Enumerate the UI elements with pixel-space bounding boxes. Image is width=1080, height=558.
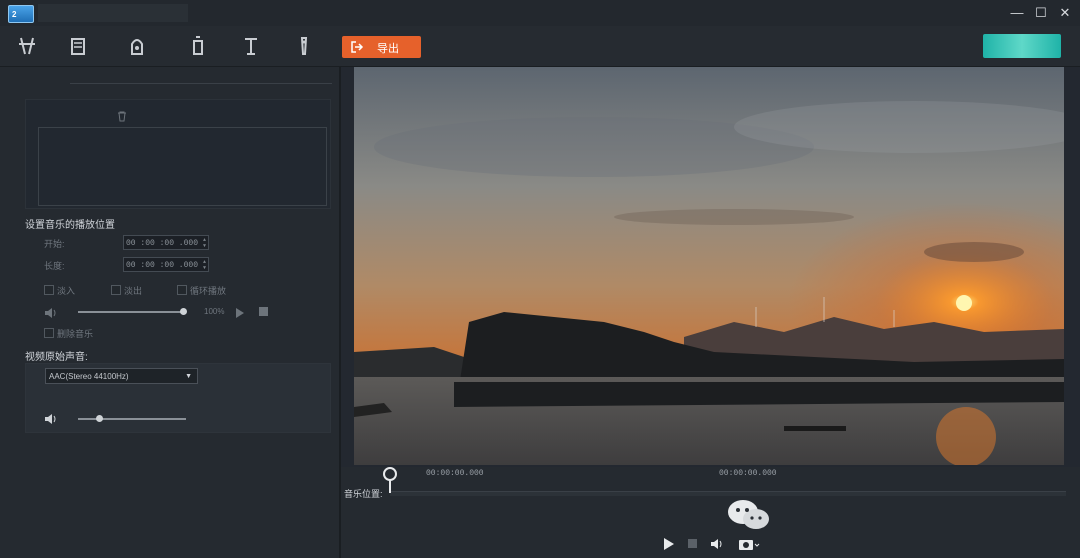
music-play-icon[interactable]: [235, 306, 245, 318]
timeline-end-time: 00:00:00.000: [719, 469, 777, 478]
music-stop-icon[interactable]: [259, 307, 268, 316]
original-audio-title: 视频原始声音:: [25, 352, 88, 363]
minimize-button[interactable]: —: [1006, 3, 1028, 23]
crop-tool-icon[interactable]: [64, 32, 92, 60]
separator-line: [70, 83, 332, 84]
loop-label: 循环播放: [190, 286, 227, 296]
volume-icon[interactable]: [710, 537, 724, 549]
audio-codec-select[interactable]: AAC(Stereo 44100Hz) ▼: [45, 368, 198, 384]
video-preview[interactable]: [354, 67, 1064, 465]
effect-tool-icon[interactable]: [184, 32, 212, 60]
play-icon[interactable]: [663, 537, 677, 550]
maximize-button[interactable]: ☐: [1030, 3, 1052, 23]
length-time-field[interactable]: 00 :00 :00 .000 ▲ ▼: [123, 257, 209, 272]
length-time-value: 00 :00 :00 .000: [126, 261, 199, 270]
start-time-field[interactable]: 00 :00 :00 .000 ▲ ▼: [123, 235, 209, 250]
watermark-tool-icon[interactable]: [290, 32, 318, 60]
fade-out-checkbox[interactable]: [111, 285, 121, 295]
window-title-area: [38, 4, 188, 22]
length-label: 长度:: [44, 261, 65, 271]
export-label: 导出: [377, 43, 399, 55]
spinner-icon[interactable]: ▲ ▼: [203, 237, 206, 249]
music-position-label: 音乐位置:: [344, 489, 383, 499]
spinner-icon[interactable]: ▲ ▼: [203, 259, 206, 271]
playhead-handle[interactable]: [382, 466, 398, 494]
fade-in-checkbox[interactable]: [44, 285, 54, 295]
original-volume-slider[interactable]: [78, 418, 186, 420]
filter-tool-icon[interactable]: [237, 32, 265, 60]
music-volume-icon[interactable]: [44, 306, 58, 318]
start-label: 开始:: [44, 239, 65, 249]
text-tool-icon[interactable]: [123, 32, 151, 60]
fade-out-label: 淡出: [124, 286, 143, 296]
stop-icon[interactable]: [688, 539, 697, 548]
original-volume-icon[interactable]: [44, 412, 58, 424]
dropdown-arrow-icon: ▼: [185, 373, 192, 380]
toolbar: [0, 26, 1080, 67]
loop-checkbox[interactable]: [177, 285, 187, 295]
fade-in-label: 淡入: [57, 286, 76, 296]
music-position-title: 设置音乐的播放位置: [25, 220, 115, 231]
watermark-chat-icon: [726, 498, 772, 532]
music-position-track[interactable]: [390, 491, 1066, 496]
export-button[interactable]: 导出: [342, 36, 421, 58]
vip-badge[interactable]: [983, 34, 1061, 58]
music-volume-knob[interactable]: [180, 308, 187, 315]
camera-icon[interactable]: [739, 537, 761, 550]
export-icon: [351, 41, 364, 53]
trim-tool-icon[interactable]: [13, 32, 41, 60]
trash-icon[interactable]: [116, 109, 128, 122]
remove-music-checkbox[interactable]: [44, 328, 54, 338]
start-time-value: 00 :00 :00 .000: [126, 239, 199, 248]
remove-music-label: 删除音乐: [57, 329, 94, 339]
close-button[interactable]: ✕: [1054, 3, 1076, 23]
music-volume-slider[interactable]: [78, 311, 184, 313]
music-list[interactable]: [38, 127, 327, 206]
audio-codec-value: AAC(Stereo 44100Hz): [49, 372, 129, 381]
music-volume-percent: 100%: [204, 307, 225, 316]
app-logo-icon: 2: [8, 5, 34, 23]
original-volume-knob[interactable]: [95, 415, 103, 422]
timeline-start-time: 00:00:00.000: [426, 469, 484, 478]
